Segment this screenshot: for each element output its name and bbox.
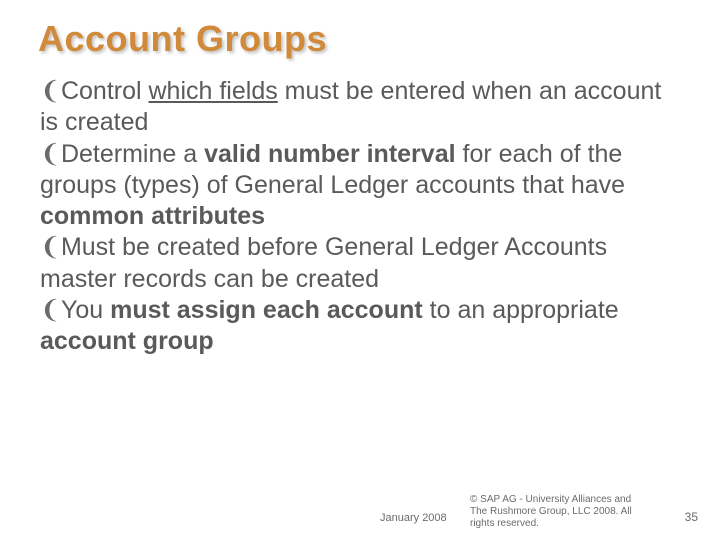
footer-copyright: © SAP AG - University Alliances and The … <box>470 494 640 530</box>
bullet-2-text-pre: Determine a <box>61 140 204 168</box>
bullet-4-text-bold1: must assign each account <box>110 296 423 324</box>
bullet-2-text-bold2: common attributes <box>40 202 265 230</box>
bullet-glyph-icon: ❨ <box>40 141 61 168</box>
bullet-1-text-underline: which fields <box>149 77 278 105</box>
footer-date: January 2008 <box>380 512 447 524</box>
bullet-3-text: Must be created before General Ledger Ac… <box>40 233 607 292</box>
slide-body: ❨Control which fields must be entered wh… <box>40 76 680 357</box>
bullet-4: ❨You must assign each account to an appr… <box>40 295 680 358</box>
bullet-3: ❨Must be created before General Ledger A… <box>40 232 680 295</box>
bullet-4-text-mid: to an appropriate <box>423 296 619 324</box>
slide-title: Account Groups <box>38 18 327 60</box>
bullet-4-text-pre: You <box>61 296 110 324</box>
bullet-2: ❨Determine a valid number interval for e… <box>40 139 680 233</box>
bullet-glyph-icon: ❨ <box>40 78 61 105</box>
bullet-glyph-icon: ❨ <box>40 297 61 324</box>
bullet-2-text-bold1: valid number interval <box>204 140 455 168</box>
bullet-glyph-icon: ❨ <box>40 234 61 261</box>
footer: January 2008 © SAP AG - University Allia… <box>0 484 720 534</box>
bullet-4-text-bold2: account group <box>40 327 214 355</box>
bullet-1-text-pre: Control <box>61 77 149 105</box>
page-number: 35 <box>685 510 698 524</box>
slide: Account Groups ❨Control which fields mus… <box>0 0 720 540</box>
bullet-1: ❨Control which fields must be entered wh… <box>40 76 680 139</box>
